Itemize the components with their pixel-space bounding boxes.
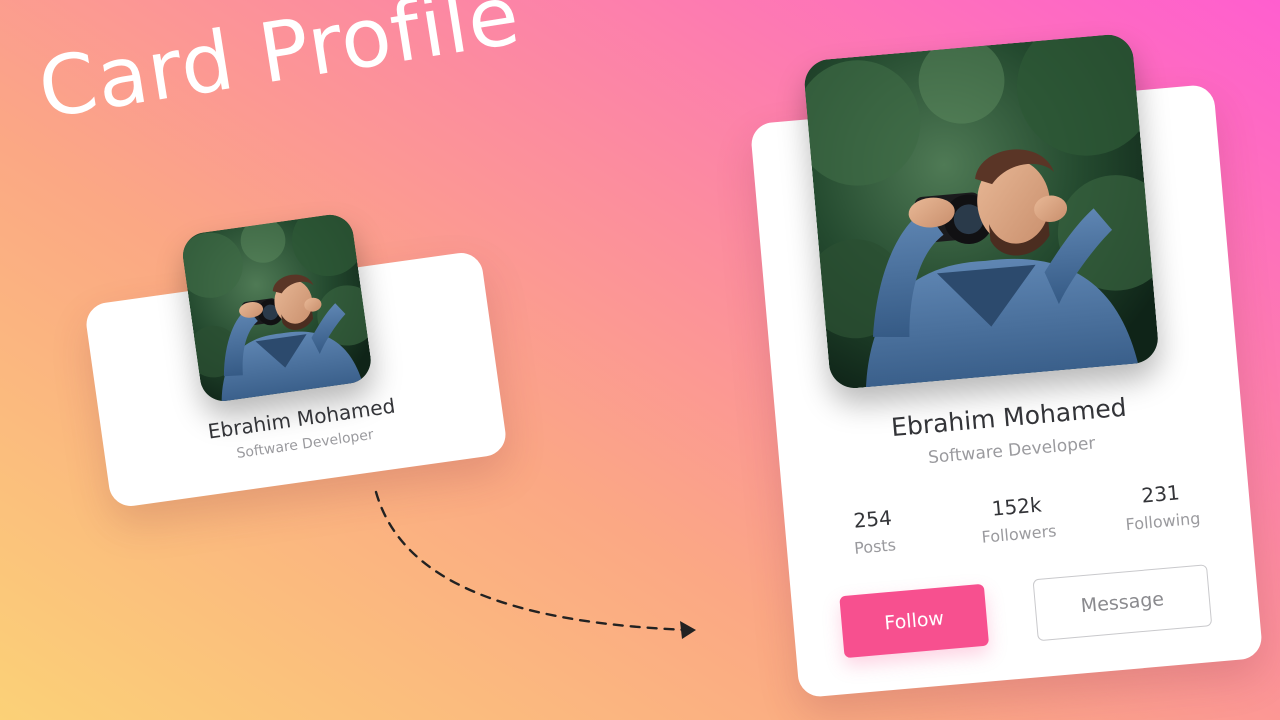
stat-value: 231 [1140, 480, 1181, 508]
stat-value: 254 [852, 505, 893, 533]
profile-card-small: Ebrahim Mohamed Software Developer [83, 211, 509, 509]
profile-actions: Follow Message [839, 564, 1213, 659]
profile-photo [179, 211, 374, 405]
follow-button[interactable]: Follow [839, 583, 990, 659]
stat-value: 152k [990, 492, 1043, 521]
stat-followers: 152k Followers [976, 491, 1060, 547]
dashed-arrow-icon [374, 490, 696, 639]
stat-posts: 254 Posts [832, 504, 916, 560]
profile-stats: 254 Posts 152k Followers 231 Following [832, 479, 1204, 560]
profile-card-large: Ebrahim Mohamed Software Developer 254 P… [749, 32, 1264, 699]
stat-following: 231 Following [1120, 479, 1204, 535]
stat-label: Following [1124, 508, 1202, 535]
profile-photo-large [802, 32, 1161, 391]
message-button[interactable]: Message [1032, 564, 1213, 642]
page-title: Card Profile [32, 0, 527, 138]
stat-label: Followers [980, 521, 1058, 547]
stat-label: Posts [853, 535, 897, 558]
